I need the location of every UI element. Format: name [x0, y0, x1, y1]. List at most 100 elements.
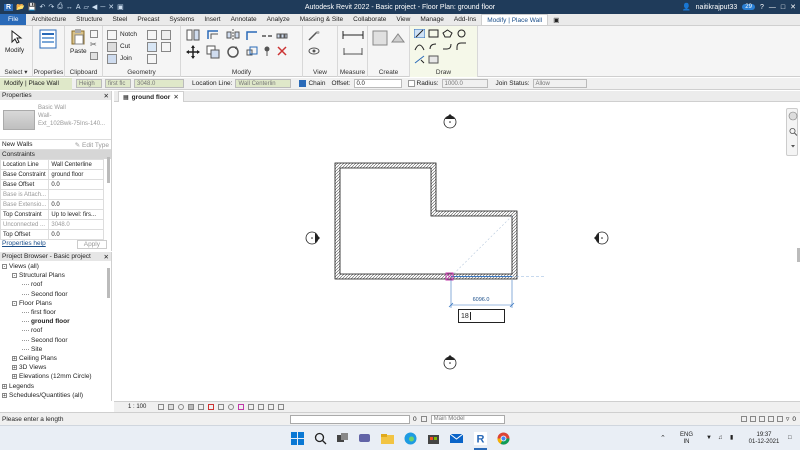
- split-face-icon[interactable]: [161, 30, 171, 40]
- property-row[interactable]: Unconnected ... 3048.0: [0, 219, 104, 230]
- collapse-icon[interactable]: -: [12, 300, 17, 306]
- mail-icon[interactable]: [450, 432, 463, 445]
- tangent-arc-tool-icon[interactable]: [442, 42, 453, 51]
- apply-button[interactable]: Apply: [76, 240, 107, 249]
- tab-massing-site[interactable]: Massing & Site: [295, 14, 348, 25]
- tab-precast[interactable]: Precast: [132, 14, 164, 25]
- revit-logo-icon[interactable]: R: [4, 3, 14, 11]
- tab-architecture[interactable]: Architecture: [26, 14, 71, 25]
- browser-item[interactable]: ground floor: [22, 318, 70, 325]
- split-icon[interactable]: [261, 31, 273, 41]
- pick-faces-icon[interactable]: [428, 55, 439, 64]
- properties-icon[interactable]: [39, 29, 57, 49]
- select-underlay-icon[interactable]: [749, 416, 756, 422]
- zoom-icon[interactable]: [789, 127, 798, 136]
- drawing-canvas[interactable]: 6096.0 18: [114, 102, 800, 401]
- create-assembly-icon[interactable]: [372, 30, 388, 46]
- teams-chat-icon[interactable]: [358, 432, 371, 445]
- select-dropdown[interactable]: Select ▾: [0, 68, 32, 76]
- reveal-constraints-icon[interactable]: [278, 404, 285, 410]
- properties-scrollbar[interactable]: [107, 157, 110, 183]
- elevation-marker-east[interactable]: [594, 231, 609, 245]
- walls[interactable]: [334, 162, 518, 280]
- tab-steel[interactable]: Steel: [108, 14, 133, 25]
- wall-joins-icon[interactable]: [147, 30, 157, 40]
- browser-item[interactable]: roof: [22, 281, 42, 288]
- arc-tool-icon[interactable]: [414, 42, 425, 51]
- maximize-icon[interactable]: □: [781, 4, 785, 11]
- show-crop-icon[interactable]: [208, 404, 215, 410]
- design-option-dropdown[interactable]: Main Model: [430, 414, 505, 424]
- close-icon[interactable]: ✕: [790, 3, 796, 11]
- delete-icon[interactable]: [276, 46, 288, 56]
- paste-button[interactable]: Paste: [70, 48, 87, 55]
- property-row[interactable]: Base Offset 0.0: [0, 179, 104, 190]
- cut-button[interactable]: Cut: [120, 43, 130, 50]
- property-value[interactable]: 0.0: [48, 179, 104, 190]
- store-icon[interactable]: [427, 432, 440, 445]
- collapse-icon[interactable]: -: [12, 273, 17, 279]
- property-value[interactable]: Up to level: firs...: [48, 209, 104, 220]
- properties-help-link[interactable]: Properties help: [2, 240, 46, 249]
- clock[interactable]: 19:37 01-12-2021: [744, 432, 784, 446]
- redo-icon[interactable]: ↷: [48, 3, 54, 11]
- cut-geometry-icon[interactable]: [107, 42, 117, 52]
- close-hidden-icon[interactable]: ✕: [108, 3, 114, 11]
- offset-icon[interactable]: [206, 29, 220, 41]
- circle-tool-icon[interactable]: [456, 29, 467, 38]
- tab-annotate[interactable]: Annotate: [226, 14, 262, 25]
- demolish-icon[interactable]: [161, 42, 171, 52]
- highlight-displacement-icon[interactable]: [268, 404, 275, 410]
- cope-icon[interactable]: [107, 30, 117, 40]
- browser-item[interactable]: + Legends: [2, 383, 34, 390]
- filter-icon[interactable]: ▿: [786, 415, 790, 423]
- tab-view[interactable]: View: [391, 14, 415, 25]
- browser-item[interactable]: + Ceiling Plans: [12, 355, 57, 362]
- revit-taskbar-icon[interactable]: R: [474, 432, 487, 445]
- wifi-icon[interactable]: ▼: [706, 435, 712, 442]
- constraints-header[interactable]: Constraints: [0, 150, 111, 159]
- thin-lines-icon[interactable]: ─: [100, 4, 105, 11]
- switch-windows-icon[interactable]: ▣: [117, 3, 124, 11]
- browser-item[interactable]: Second floor: [22, 291, 68, 298]
- polygon-tool-icon[interactable]: [442, 29, 453, 38]
- workset-dropdown[interactable]: [290, 414, 410, 424]
- browser-item[interactable]: - Floor Plans: [12, 300, 52, 307]
- remove-paint-icon[interactable]: [147, 54, 157, 64]
- align-icon[interactable]: [186, 29, 200, 41]
- steering-wheel-icon[interactable]: [788, 111, 798, 121]
- tab-manage[interactable]: Manage: [415, 14, 449, 25]
- properties-close-icon[interactable]: ✕: [104, 92, 109, 100]
- mirror-axis-icon[interactable]: [226, 29, 240, 41]
- chrome-icon[interactable]: [497, 432, 510, 445]
- measure-icon[interactable]: [342, 30, 364, 40]
- browser-item[interactable]: Site: [22, 346, 42, 353]
- offset-field[interactable]: 0.0: [353, 79, 402, 88]
- browser-item[interactable]: +3D Views: [12, 364, 46, 371]
- user-name[interactable]: naitikrajput33: [696, 4, 738, 11]
- height-level-dropdown[interactable]: first flc: [105, 79, 131, 88]
- move-icon[interactable]: [186, 45, 200, 59]
- create-parts-icon[interactable]: [390, 30, 406, 46]
- chain-checkbox[interactable]: Chain: [299, 80, 325, 87]
- help-icon[interactable]: ?: [760, 4, 764, 11]
- measure-qat-icon[interactable]: ↔: [66, 4, 73, 11]
- property-value[interactable]: Wall Centerline: [48, 159, 104, 170]
- elevation-marker-west[interactable]: [305, 231, 320, 245]
- rotate-icon[interactable]: [226, 45, 240, 59]
- tray-overflow-icon[interactable]: ⌃: [660, 435, 666, 442]
- sun-path-icon[interactable]: [178, 404, 185, 410]
- ribbon-minimize-icon[interactable]: ▣: [548, 14, 564, 25]
- edit-type-button[interactable]: ✎ Edit Type: [75, 141, 109, 149]
- scale-selector[interactable]: 1 : 100: [128, 404, 146, 410]
- location-line-dropdown[interactable]: Wall Centerlin: [235, 79, 292, 88]
- tab-structure[interactable]: Structure: [71, 14, 107, 25]
- reveal-hidden-icon[interactable]: [238, 404, 245, 410]
- instance-filter-dropdown[interactable]: New Walls: [2, 141, 32, 148]
- task-view-icon[interactable]: [336, 432, 349, 445]
- join-status-dropdown[interactable]: Allow: [532, 79, 587, 88]
- language-indicator[interactable]: ENG IN: [680, 432, 693, 446]
- elevation-marker-north[interactable]: [443, 114, 457, 129]
- property-row[interactable]: Location Line Wall Centerline: [0, 159, 104, 170]
- pick-lines-icon[interactable]: [414, 55, 425, 64]
